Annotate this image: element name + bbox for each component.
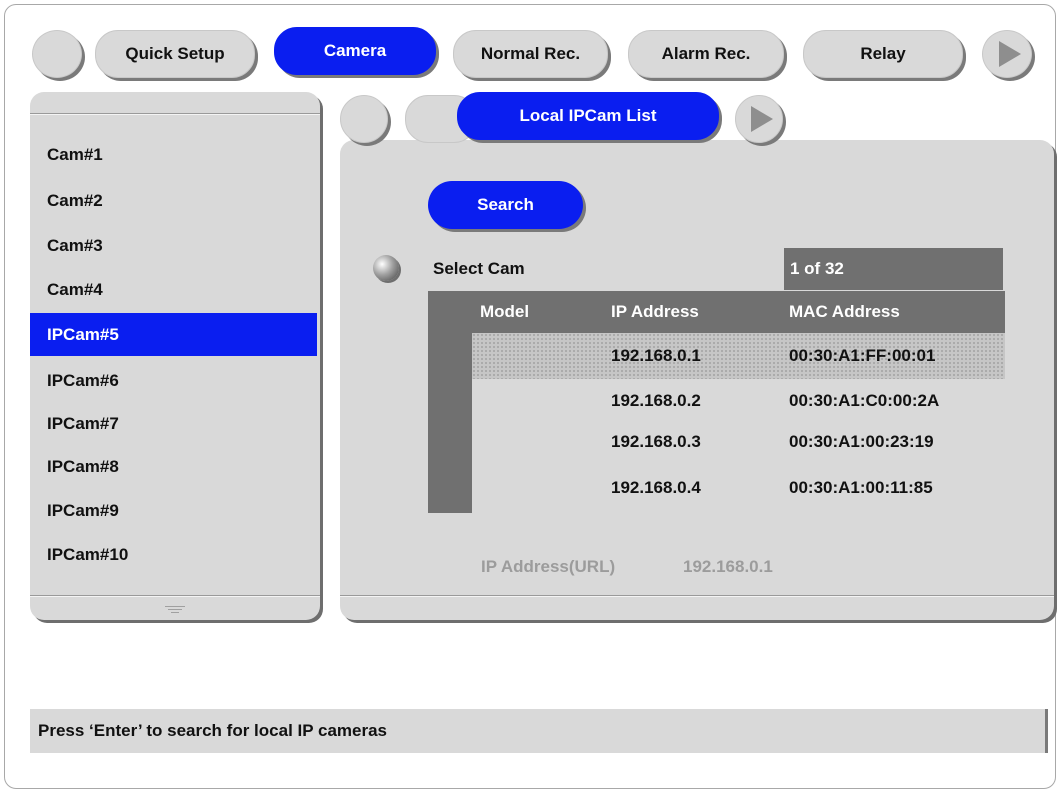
url-value[interactable]: 192.168.0.1 (683, 557, 773, 577)
table-header: Model IP Address MAC Address (428, 291, 1005, 333)
sidebar-item-ipcam-5[interactable]: IPCam#5 (30, 313, 317, 356)
url-label: IP Address(URL) (481, 557, 616, 576)
scroll-grip-icon[interactable] (165, 604, 185, 615)
sidebar-item-ipcam-9[interactable]: IPCam#9 (30, 489, 317, 532)
sidebar-item-cam-3[interactable]: Cam#3 (30, 224, 317, 267)
play-arrow-icon (751, 106, 773, 132)
cell-mac: 00:30:A1:00:23:19 (789, 432, 934, 451)
table-row[interactable]: 192.168.0.2 00:30:A1:C0:00:2A (472, 378, 1005, 424)
play-arrow-icon (999, 41, 1021, 67)
sidebar-item-ipcam-8[interactable]: IPCam#8 (30, 445, 317, 488)
tab-normal-rec[interactable]: Normal Rec. (453, 30, 608, 78)
tab-camera[interactable]: Camera (274, 27, 436, 75)
sidebar-item-ipcam-6[interactable]: IPCam#6 (30, 359, 317, 402)
sidebar-bottom-divider (30, 595, 320, 597)
sidebar-item-ipcam-7[interactable]: IPCam#7 (30, 402, 317, 445)
col-header-mac: MAC Address (789, 302, 900, 321)
cell-mac: 00:30:A1:C0:00:2A (789, 391, 940, 410)
next-subtab-button[interactable] (735, 95, 783, 143)
panel-bottom-divider (340, 595, 1054, 597)
cam-counter[interactable]: 1 of 32 (784, 248, 1003, 290)
next-tab-button[interactable] (982, 30, 1032, 78)
sidebar-item-ipcam-10[interactable]: IPCam#10 (30, 533, 317, 576)
search-button[interactable]: Search (428, 181, 583, 229)
tab-alarm-rec[interactable]: Alarm Rec. (628, 30, 784, 78)
cell-ip: 192.168.0.4 (611, 478, 701, 497)
cell-mac: 00:30:A1:00:11:85 (789, 478, 933, 497)
cell-ip: 192.168.0.2 (611, 391, 701, 410)
status-bar: Press ‘Enter’ to search for local IP cam… (30, 709, 1048, 753)
camera-list-sidebar: Cam#1 Cam#2 Cam#3 Cam#4 IPCam#5 IPCam#6 … (30, 92, 320, 620)
cell-ip: 192.168.0.3 (611, 432, 701, 451)
cell-mac: 00:30:A1:FF:00:01 (789, 346, 936, 365)
sidebar-item-cam-2[interactable]: Cam#2 (30, 179, 317, 222)
col-header-ip: IP Address (611, 302, 699, 321)
table-row[interactable]: 192.168.0.1 00:30:A1:FF:00:01 (472, 333, 1005, 379)
tab-relay[interactable]: Relay (803, 30, 963, 78)
cell-ip: 192.168.0.1 (611, 346, 701, 365)
select-cam-label: Select Cam (433, 259, 525, 278)
subtab-left-button[interactable] (340, 95, 388, 143)
table-row[interactable]: 192.168.0.4 00:30:A1:00:11:85 (472, 465, 1005, 511)
subtab-local-ipcam-list[interactable]: Local IPCam List (457, 92, 719, 140)
table-left-bar (428, 333, 472, 513)
table-row[interactable]: 192.168.0.3 00:30:A1:00:23:19 (472, 419, 1005, 465)
radio-button-icon[interactable] (373, 255, 399, 281)
sidebar-item-cam-1[interactable]: Cam#1 (30, 133, 317, 176)
col-header-model: Model (480, 302, 530, 321)
sidebar-top-divider (30, 113, 320, 115)
tab-quick-setup[interactable]: Quick Setup (95, 30, 255, 78)
sidebar-item-cam-4[interactable]: Cam#4 (30, 268, 317, 311)
tab-bar-left-button[interactable] (32, 30, 82, 78)
